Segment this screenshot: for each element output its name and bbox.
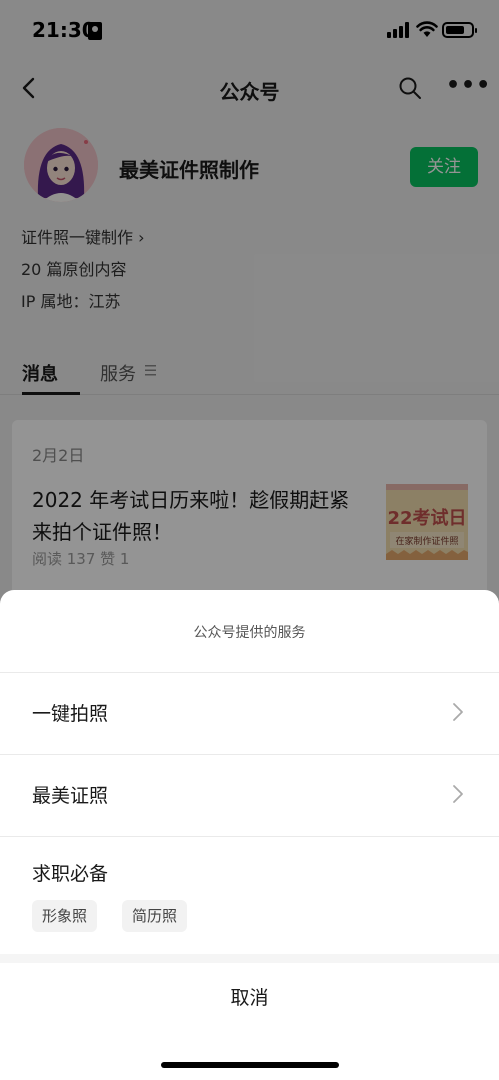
services-action-sheet: 公众号提供的服务 一键拍照 最美证照 求职必备 形象照 简历照 取消 (0, 590, 499, 1080)
official-account-screen: 21:30 公众号 ••• 最美证件照制作 关注 证件照一键制作 › 20 篇原… (0, 0, 499, 1080)
service-item-label: 最美证照 (32, 785, 109, 807)
chip-image-photo[interactable]: 形象照 (32, 900, 98, 932)
chip-resume-photo[interactable]: 简历照 (122, 900, 188, 932)
divider (0, 836, 499, 837)
service-item-label: 一键拍照 (32, 703, 109, 725)
cancel-button[interactable]: 取消 (0, 963, 499, 1033)
service-item-one-tap-photo[interactable]: 一键拍照 (0, 673, 499, 753)
section-separator (0, 954, 499, 963)
sheet-title: 公众号提供的服务 (193, 625, 306, 641)
service-item-best-id-photo[interactable]: 最美证照 (0, 755, 499, 835)
chevron-right-icon (453, 703, 463, 721)
chevron-right-icon (453, 785, 463, 803)
job-essentials-label: 求职必备 (32, 863, 109, 885)
home-indicator[interactable] (161, 1062, 339, 1068)
